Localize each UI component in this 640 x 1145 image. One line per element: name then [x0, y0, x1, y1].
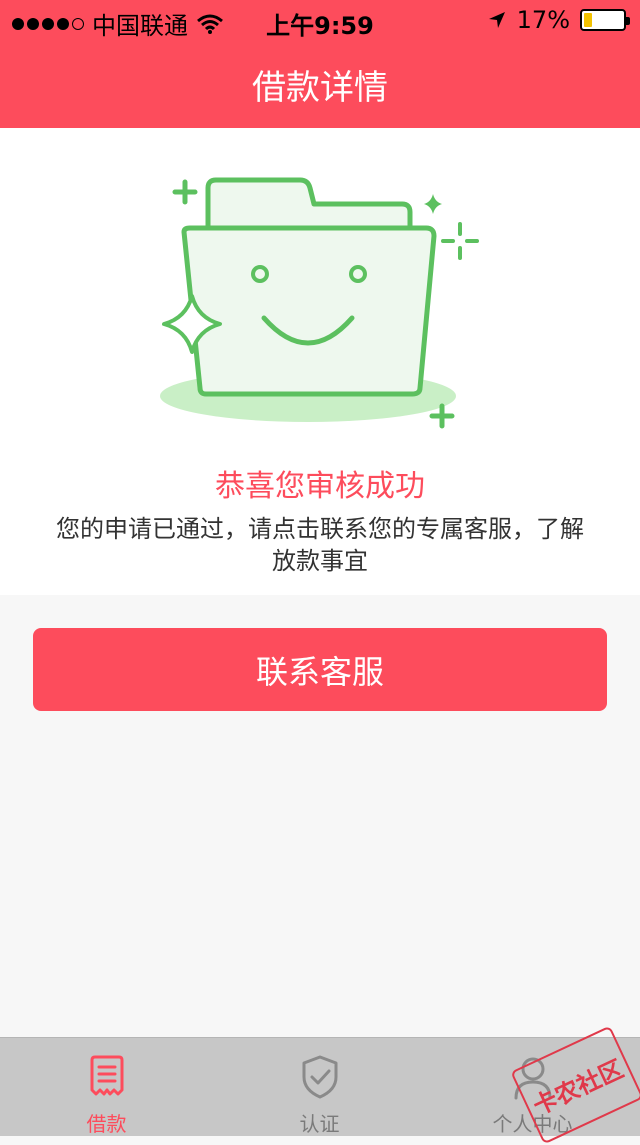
shield-check-icon — [302, 1055, 337, 1099]
contact-service-button[interactable]: 联系客服 — [33, 628, 607, 711]
battery-icon — [580, 9, 630, 31]
status-right: 17% — [487, 6, 630, 34]
tab-loan-label: 借款 — [86, 1112, 127, 1136]
location-arrow-icon — [488, 12, 505, 28]
success-title: 恭喜您审核成功 — [215, 469, 425, 504]
tab-verification-label: 认证 — [299, 1112, 340, 1136]
success-description: 您的申请已通过，请点击联系您的专属客服，了解放款事宜 — [56, 515, 584, 575]
watermark-text: 卡农社区 — [528, 1054, 628, 1121]
status-bar: 中国联通 上午9:59 17% — [0, 0, 640, 40]
nav-bar: 借款详情 — [0, 40, 640, 128]
tab-verification[interactable]: 认证 — [213, 1038, 426, 1137]
smiling-folder-illustration — [160, 177, 479, 429]
result-card: 恭喜您审核成功 您的申请已通过，请点击联系您的专属客服，了解放款事宜 — [0, 128, 640, 595]
loan-icon — [90, 1055, 123, 1096]
page-title: 借款详情 — [252, 67, 388, 108]
battery-percent: 17% — [516, 6, 570, 34]
contact-service-label: 联系客服 — [255, 652, 384, 691]
tab-loan[interactable]: 借款 — [0, 1038, 213, 1137]
